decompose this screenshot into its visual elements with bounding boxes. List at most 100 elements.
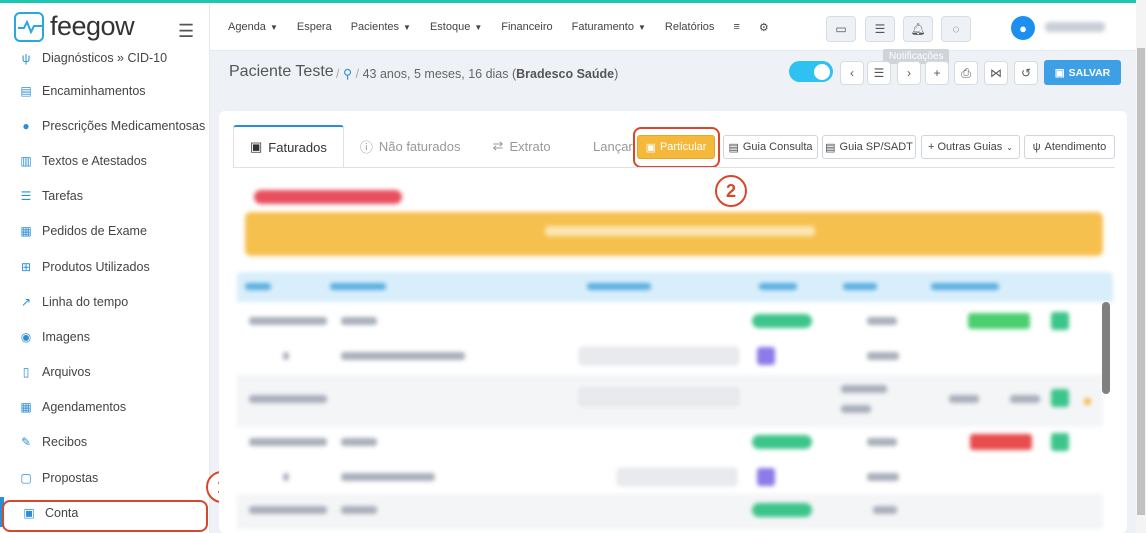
table-row[interactable]: [237, 494, 1103, 529]
th: [587, 283, 651, 290]
save-button[interactable]: ▣ SALVAR: [1044, 60, 1121, 85]
tab-label: Não faturados: [378, 138, 461, 154]
sidebar-item-imagens[interactable]: ◉ Imagens: [0, 319, 210, 354]
stethoscope-icon: ψ: [21, 51, 31, 65]
guia-consulta-button[interactable]: ▤ Guia Consulta: [723, 135, 818, 159]
history-icon[interactable]: ↺: [1014, 61, 1038, 85]
tab-faturados[interactable]: ▣ Faturados: [233, 125, 344, 167]
sidebar-item-label: Propostas: [42, 470, 99, 485]
account-tabs: ▣ Faturados ⓘ Não faturados ⇄ Extrato: [233, 125, 567, 167]
nav-label: Relatórios: [664, 21, 715, 33]
user-avatar-icon[interactable]: ●: [1011, 16, 1035, 40]
document-icon: ▤: [20, 83, 32, 98]
bell-icon[interactable]: 🔔︎: [903, 16, 933, 42]
sidebar-item-agendamentos[interactable]: ▦ Agendamentos: [0, 390, 210, 425]
cell: [249, 317, 327, 325]
cell: [283, 352, 289, 360]
cell: [867, 317, 897, 325]
sidebar-item-textos[interactable]: ▥ Textos e Atestados: [0, 143, 210, 178]
highlight-conta: [2, 500, 208, 532]
tasks-icon[interactable]: ☰: [865, 16, 895, 42]
nav-label: Espera: [296, 21, 332, 33]
sidebar-item-diagnosticos[interactable]: ψ Diagnósticos » CID-10: [0, 43, 210, 73]
tab-extrato[interactable]: ⇄ Extrato: [477, 125, 567, 167]
page-scrollbar-thumb[interactable]: [1137, 48, 1145, 515]
patient-insurer: Bradesco Saúde: [516, 67, 615, 81]
nav-agenda[interactable]: Agenda ▼: [228, 21, 278, 34]
cell: [752, 435, 812, 449]
cell: [867, 438, 897, 446]
alert-text-blurred: [545, 226, 815, 236]
cell: [579, 388, 739, 406]
user-name-blurred[interactable]: [1045, 22, 1105, 32]
nav-pacientes[interactable]: Pacientes ▼: [351, 21, 411, 34]
box-plus-icon: ⊞: [20, 259, 32, 274]
sidebar-item-produtos[interactable]: ⊞ Produtos Utilizados: [0, 249, 210, 284]
plus-icon[interactable]: +: [925, 61, 949, 85]
table-row[interactable]: [237, 375, 1103, 427]
table-scrollbar[interactable]: [1102, 302, 1110, 394]
list-icon[interactable]: ☰: [867, 61, 891, 85]
sidebar-item-label: Arquivos: [42, 365, 91, 380]
cell: [841, 385, 887, 393]
sidebar-item-label: Prescrições Medicamentosas: [42, 118, 206, 133]
table-row[interactable]: [237, 338, 1103, 373]
table-row[interactable]: [237, 424, 1103, 459]
status-pill: [254, 190, 402, 204]
button-label: Guia SP/SADT: [839, 141, 913, 153]
chat-icon[interactable]: ◌: [941, 16, 971, 42]
patient-age-close: ): [614, 67, 619, 81]
sidebar-item-label: Recibos: [42, 435, 88, 450]
card-icon: ▤: [728, 141, 739, 154]
cell: [1051, 433, 1069, 451]
sidebar-item-linha-tempo[interactable]: ↗ Linha do tempo: [0, 284, 210, 319]
th: [843, 283, 877, 290]
gear-icon[interactable]: ⚙: [759, 21, 769, 34]
tab-divider: [233, 167, 1115, 168]
sidebar-item-pedidos-exame[interactable]: ▦ Pedidos de Exame: [0, 214, 210, 249]
sidebar-item-encaminhamentos[interactable]: ▤ Encaminhamentos: [0, 73, 210, 108]
nav-relatorios[interactable]: Relatórios: [665, 21, 715, 34]
nav-faturamento[interactable]: Faturamento ▼: [572, 21, 646, 34]
sidebar-item-label: Encaminhamentos: [42, 83, 146, 98]
tab-label: Faturados: [268, 139, 327, 155]
cell: [341, 506, 377, 514]
sidebar-item-tarefas[interactable]: ☰ Tarefas: [0, 179, 210, 214]
print-icon[interactable]: ⎙: [954, 61, 978, 85]
sidebar-item-propostas[interactable]: ▢ Propostas: [0, 460, 210, 495]
card-icon: ▤: [825, 141, 836, 154]
table-row[interactable]: [237, 303, 1103, 338]
prev-arrow-icon[interactable]: ‹: [840, 61, 864, 85]
nav-espera[interactable]: Espera: [297, 21, 332, 34]
button-label: + Outras Guias: [928, 141, 1003, 153]
nav-financeiro[interactable]: Financeiro: [501, 21, 552, 34]
sidebar-item-arquivos[interactable]: ▯ Arquivos: [0, 355, 210, 390]
tab-nao-faturados[interactable]: ⓘ Não faturados: [344, 125, 477, 167]
share-icon[interactable]: ⋈: [984, 61, 1008, 85]
atendimento-button[interactable]: ψ Atendimento: [1024, 135, 1115, 159]
sidebar: feegow ☰ ψ Diagnósticos » CID-10 ▤ Encamin…: [0, 3, 210, 533]
logo-heart-icon: [14, 11, 44, 42]
menu-toggle-icon[interactable]: ☰: [178, 21, 194, 42]
next-arrow-icon[interactable]: ›: [897, 61, 921, 85]
table-row[interactable]: [237, 459, 1103, 494]
inbox-icon[interactable]: ▭: [826, 16, 856, 42]
proposal-icon: ▢: [20, 470, 32, 485]
building-icon: ▦: [20, 224, 32, 239]
tab-label: Extrato: [509, 138, 551, 154]
camera-icon: ◉: [20, 329, 32, 344]
highlight-particular: [633, 127, 720, 168]
top-navbar: Agenda ▼ Espera Pacientes ▼ Estoque ▼ Finan…: [210, 3, 1146, 51]
user-icon[interactable]: ⚲: [343, 67, 352, 81]
feegow-logo[interactable]: feegow: [14, 11, 135, 42]
sidebar-item-recibos[interactable]: ✎ Recibos: [0, 425, 210, 460]
cell: [579, 347, 739, 365]
outras-guias-button[interactable]: + Outras Guias ⌄: [921, 135, 1020, 159]
nav-estoque[interactable]: Estoque ▼: [430, 21, 482, 34]
database-icon[interactable]: ≡: [733, 21, 739, 34]
caret-down-icon: ▼: [474, 23, 483, 32]
main-nav: Agenda ▼ Espera Pacientes ▼ Estoque ▼ Finan…: [228, 21, 769, 34]
guia-sadt-button[interactable]: ▤ Guia SP/SADT: [822, 135, 916, 159]
sidebar-item-prescricoes[interactable]: ● Prescrições Medicamentosas: [0, 108, 210, 143]
patient-toggle-switch[interactable]: [789, 61, 833, 82]
